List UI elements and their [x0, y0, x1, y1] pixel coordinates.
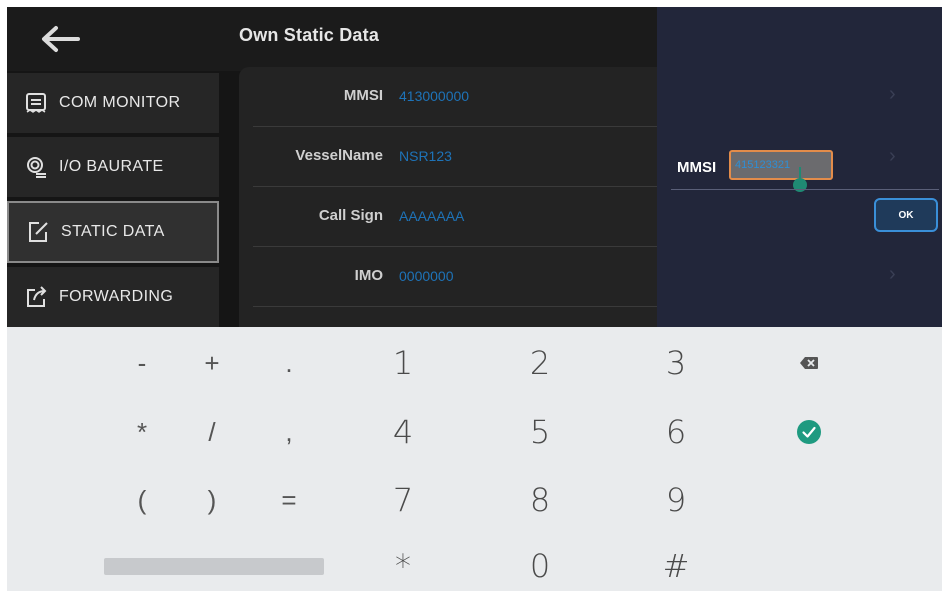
arrow-left-icon [42, 26, 80, 52]
key-2[interactable]: 2 [510, 338, 570, 388]
key-1[interactable]: 1 [373, 338, 433, 388]
ok-button[interactable]: OK [874, 198, 938, 232]
key-6[interactable]: 6 [646, 407, 706, 457]
key-minus[interactable]: - [112, 338, 172, 388]
sidebar-item-forwarding[interactable]: FORWARDING [7, 267, 219, 327]
sidebar-item-com-monitor[interactable]: COM MONITOR [7, 73, 219, 133]
edit-square-icon [23, 217, 53, 247]
chevron-right-icon: › [889, 83, 896, 105]
coin-stack-icon [21, 152, 51, 182]
share-square-icon [21, 282, 51, 312]
backspace-key[interactable] [779, 338, 839, 388]
field-label: IMO [354, 267, 383, 284]
chevron-right-icon: › [889, 145, 896, 167]
mmsi-input-dialog: › › › MMSI OK [657, 7, 942, 327]
dialog-label: MMSI [677, 159, 717, 176]
check-circle-icon [797, 420, 821, 444]
field-row-imo[interactable]: IMO 0000000 [253, 247, 673, 307]
sidebar-item-label: STATIC DATA [61, 223, 165, 240]
sidebar-item-static-data[interactable]: STATIC DATA [7, 201, 219, 263]
key-7[interactable]: 7 [373, 475, 433, 525]
key-equals[interactable]: = [259, 475, 319, 525]
receipt-icon [21, 88, 51, 118]
done-key[interactable] [779, 407, 839, 457]
key-asterisk[interactable]: * [112, 407, 172, 457]
key-asterisk-2[interactable]: * [373, 541, 433, 591]
backspace-icon [800, 357, 818, 369]
field-label: Call Sign [318, 207, 383, 224]
page-title: Own Static Data [239, 25, 380, 45]
key-plus[interactable]: + [182, 338, 242, 388]
key-4[interactable]: 4 [373, 407, 433, 457]
field-value: NSR123 [399, 148, 452, 164]
chevron-right-icon: › [889, 263, 896, 285]
key-hash[interactable]: # [646, 541, 706, 591]
numeric-keyboard: - + . 1 2 3 * / , 4 5 6 ( ) = 7 8 9 * 0 … [7, 327, 942, 591]
field-value: 0000000 [399, 268, 454, 284]
field-value: 413000000 [399, 88, 470, 104]
field-row-call-sign[interactable]: Call Sign AAAAAAA [253, 187, 673, 247]
field-value: AAAAAAA [399, 208, 465, 224]
key-8[interactable]: 8 [510, 475, 570, 525]
sidebar-item-label: COM MONITOR [59, 94, 181, 111]
mmsi-input[interactable] [729, 150, 833, 180]
sidebar-item-io-baurate[interactable]: I/O BAURATE [7, 137, 219, 197]
app-window: Own Static Data COM MONITOR I/O BAURATE … [7, 7, 942, 327]
key-left-paren[interactable]: ( [112, 475, 172, 525]
space-key[interactable] [104, 558, 324, 575]
field-row-vesselname[interactable]: VesselName NSR123 [253, 127, 673, 187]
key-3[interactable]: 3 [646, 338, 706, 388]
key-0[interactable]: 0 [510, 541, 570, 591]
field-row-mmsi[interactable]: MMSI 413000000 [253, 67, 673, 127]
sidebar-item-label: FORWARDING [59, 288, 174, 305]
field-label: MMSI [343, 87, 383, 104]
sidebar-item-label: I/O BAURATE [59, 158, 164, 175]
key-dot[interactable]: . [259, 338, 319, 388]
divider [671, 189, 939, 190]
key-right-paren[interactable]: ) [182, 475, 242, 525]
static-data-panel: MMSI 413000000 VesselName NSR123 Call Si… [239, 67, 689, 327]
key-5[interactable]: 5 [510, 407, 570, 457]
back-button[interactable] [35, 21, 85, 57]
field-label: VesselName [295, 147, 383, 164]
key-9[interactable]: 9 [646, 475, 706, 525]
key-slash[interactable]: / [182, 407, 242, 457]
key-comma[interactable]: , [259, 407, 319, 457]
